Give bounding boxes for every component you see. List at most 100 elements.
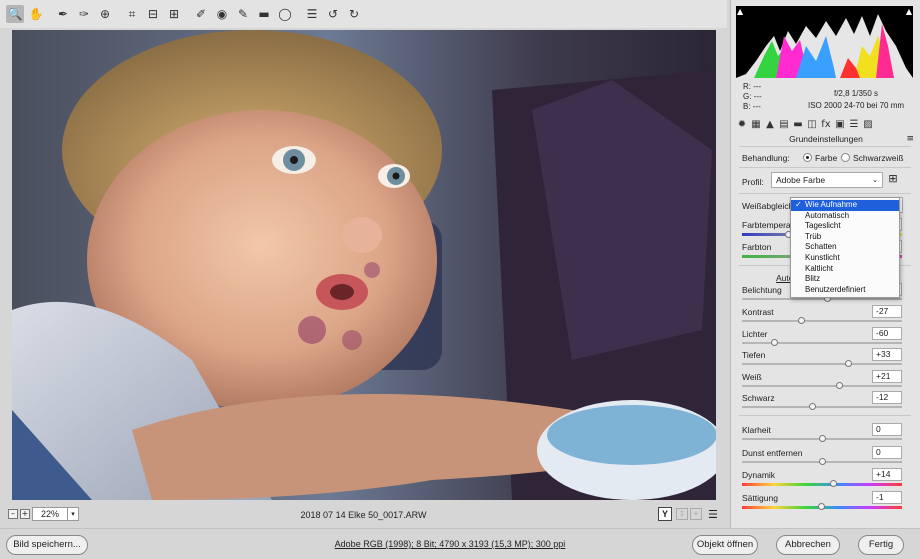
bw-radio[interactable] [841, 153, 850, 162]
kontrast-value[interactable]: -27 [872, 305, 902, 318]
basic-tab-icon[interactable]: ✹ [735, 118, 749, 132]
profile-select[interactable]: Adobe Farbe ⌄ [771, 172, 883, 188]
shadow-clipping-icon[interactable]: ▲ [737, 7, 743, 16]
schwarz-value[interactable]: -12 [872, 391, 902, 404]
checkmark-icon: ✓ [795, 200, 802, 209]
presets-tab-icon[interactable]: ☰ [847, 118, 861, 132]
tint-label: Farbton [742, 242, 772, 252]
red-eye-icon[interactable]: ◉ [213, 5, 231, 23]
wb-option[interactable]: Tageslicht [791, 221, 899, 232]
dunst-entfernen-label: Dunst entfernen [742, 447, 803, 458]
lens-tab-icon[interactable]: ◫ [805, 118, 819, 132]
spot-removal-icon[interactable]: ✐ [192, 5, 210, 23]
detail-tab-icon[interactable]: ▲ [763, 118, 777, 132]
image-preview[interactable] [12, 30, 716, 500]
adjustment-brush-icon[interactable]: ✎ [234, 5, 252, 23]
wb-option[interactable]: Blitz [791, 274, 899, 285]
blue-value: B: --- [743, 102, 761, 111]
toolbar: 🔍 ✋ ✒ ✑ ⊕ ⌗ ⊟ ⊞ ✐ ◉ ✎ ▬ ◯ ☰ ↺ ↻ [0, 0, 727, 28]
schwarz-label: Schwarz [742, 393, 775, 403]
white-balance-icon[interactable]: ✒ [54, 5, 72, 23]
weiß-label: Weiß [742, 371, 762, 382]
dunst-entfernen-value[interactable]: 0 [872, 445, 902, 459]
workflow-options-link[interactable]: Adobe RGB (1998); 8 Bit; 4790 x 3193 (15… [0, 539, 900, 549]
crop-icon[interactable]: ⌗ [123, 5, 141, 23]
calibration-tab-icon[interactable]: ▣ [833, 118, 847, 132]
swap-settings-icon[interactable]: ‡ [676, 508, 688, 520]
transform-icon[interactable]: ⊞ [165, 5, 183, 23]
before-after-view-button[interactable]: Y [658, 507, 672, 521]
wb-option[interactable]: Kunstlicht [791, 253, 899, 264]
cancel-button[interactable]: Abbrechen [776, 535, 840, 555]
straighten-icon[interactable]: ⊟ [144, 5, 162, 23]
profile-value: Adobe Farbe [776, 175, 826, 185]
panel-menu-icon[interactable]: ≡ [906, 134, 914, 144]
radial-filter-icon[interactable]: ◯ [276, 5, 294, 23]
wb-option[interactable]: Benutzerdefiniert [791, 285, 899, 296]
wb-option-label: Kaltlicht [805, 263, 834, 273]
schwarz-thumb[interactable] [809, 403, 817, 410]
tiefen-label: Tiefen [742, 350, 766, 360]
color-radio-label: Farbe [815, 153, 838, 163]
open-object-button[interactable]: Objekt öffnen [692, 535, 758, 555]
zoom-icon[interactable]: 🔍 [6, 5, 24, 23]
weiß-thumb[interactable] [835, 381, 843, 389]
wb-option[interactable]: Automatisch [791, 211, 899, 222]
weiß-value[interactable]: +21 [872, 369, 902, 383]
klarheit-thumb[interactable] [819, 435, 826, 442]
rotate-right-icon[interactable]: ↻ [345, 5, 363, 23]
profile-label: Profil: [742, 177, 764, 187]
wb-option[interactable]: Schatten [791, 242, 899, 253]
treatment-label: Behandlung: [742, 153, 790, 163]
tone-curve-tab-icon[interactable]: ▦ [749, 118, 763, 132]
wb-option[interactable]: Trüb [791, 232, 899, 243]
wb-option[interactable]: Kaltlicht [791, 264, 899, 275]
profile-browser-icon[interactable]: ⊞ [886, 172, 900, 186]
tiefen-slider[interactable] [742, 363, 902, 365]
photo-child [12, 30, 716, 500]
graduated-filter-icon[interactable]: ▬ [255, 5, 273, 23]
klarheit-value[interactable]: 0 [872, 423, 902, 436]
dynamik-value[interactable]: +14 [872, 468, 902, 481]
color-radio[interactable] [803, 153, 812, 162]
kontrast-slider[interactable] [742, 320, 902, 322]
color-sampler-icon[interactable]: ✑ [75, 5, 93, 23]
lichter-thumb[interactable] [771, 338, 778, 346]
targeted-adjustment-icon[interactable]: ⊕ [96, 5, 114, 23]
iso-lens: ISO 2000 24-70 bei 70 mm [807, 101, 905, 110]
tiefen-value[interactable]: +33 [872, 348, 902, 361]
split-toning-tab-icon[interactable]: ▬ [791, 118, 805, 132]
dunst-entfernen-thumb[interactable] [819, 457, 826, 465]
hsl-tab-icon[interactable]: ▤ [777, 118, 791, 132]
lichter-value[interactable]: -60 [872, 326, 902, 340]
kontrast-thumb[interactable] [798, 317, 806, 324]
preferences-icon[interactable]: ☰ [303, 5, 321, 23]
hand-icon[interactable]: ✋ [27, 5, 45, 23]
preview-settings-icon[interactable]: ☰ [708, 508, 718, 521]
kontrast-label: Kontrast [742, 307, 774, 317]
dynamik-slider[interactable] [742, 483, 902, 486]
klarheit-label: Klarheit [742, 425, 771, 435]
filename-label: 2018 07 14 Elke 50_0017.ARW [300, 510, 427, 520]
red-value: R: --- [743, 82, 762, 91]
wb-option[interactable]: ✓ Wie Aufnahme [791, 200, 899, 211]
chevron-down-icon: ⌄ [872, 176, 878, 184]
sättigung-value[interactable]: -1 [872, 490, 902, 504]
highlight-clipping-icon[interactable]: ▲ [906, 7, 912, 16]
effects-tab-icon[interactable]: fx [819, 118, 833, 132]
schwarz-slider[interactable] [742, 406, 902, 408]
green-value: G: --- [743, 92, 762, 101]
histogram-graph [736, 14, 913, 78]
sättigung-thumb[interactable] [818, 502, 826, 510]
divider [739, 167, 911, 168]
weiß-slider[interactable] [742, 384, 902, 387]
snapshots-tab-icon[interactable]: ▨ [861, 118, 875, 132]
exposure-label: Belichtung [742, 285, 782, 295]
tiefen-thumb[interactable] [845, 360, 853, 367]
status-bar: – + 22% ▾ 2018 07 14 Elke 50_0017.ARW Y … [0, 505, 727, 525]
bw-radio-label: Schwarzweiß [853, 153, 904, 163]
copy-settings-icon[interactable]: + [690, 508, 702, 520]
done-button[interactable]: Fertig [858, 535, 904, 555]
rotate-left-icon[interactable]: ↺ [324, 5, 342, 23]
lichter-slider[interactable] [742, 341, 902, 344]
